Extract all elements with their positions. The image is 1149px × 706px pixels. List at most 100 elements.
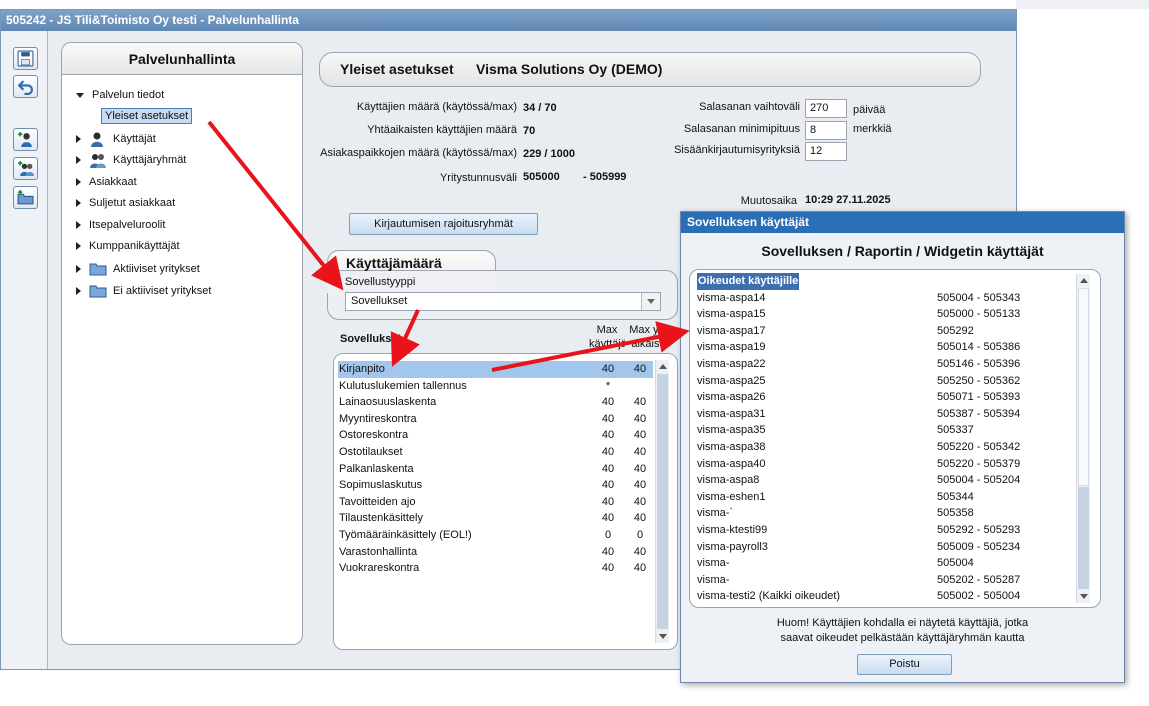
pw-min-input[interactable]: 8 [805,121,847,140]
list-item[interactable]: visma-ktesti99 505292 - 505293 [697,522,1077,539]
list-item[interactable]: visma-payroll3 505009 - 505234 [697,539,1077,556]
list-item[interactable]: visma- 505004 [697,555,1077,572]
login-attempts-input[interactable]: 12 [805,142,847,161]
restriction-groups-button[interactable]: Kirjautumisen rajoitusryhmät [349,213,538,235]
user-name: visma-ktesti99 [697,524,768,536]
tree-item-kayttajat[interactable]: Käyttäjät [76,131,156,147]
list-item[interactable]: visma-aspa26 505071 - 505393 [697,389,1077,406]
table-row[interactable]: Ostoreskontra 40 40 [338,427,653,444]
pw-change-input[interactable]: 270 [805,99,847,118]
user-name: visma-testi2 (Kaikki oikeudet) [697,590,841,603]
scroll-down-icon[interactable] [659,634,667,639]
tree-item-ei-aktiiviset-yritykset[interactable]: Ei aktiiviset yritykset [76,283,211,299]
tree-item-suljetut-asiakkaat[interactable]: Suljetut asiakkaat [76,197,175,209]
scroll-down-icon[interactable] [1080,594,1088,599]
tree-item-kayttajaryhmat[interactable]: Käyttäjäryhmät [76,152,186,168]
list-item[interactable]: visma-aspa17 505292 [697,323,1077,340]
tree-item-palvelun-tiedot[interactable]: Palvelun tiedot [76,89,164,101]
list-item[interactable]: visma-aspa8 505004 - 505204 [697,472,1077,489]
folder-icon [89,283,107,299]
collapse-icon[interactable] [76,92,84,98]
apps-scrollbar[interactable] [655,360,669,643]
scroll-track-fill [1078,487,1089,589]
expand-icon[interactable] [76,287,81,295]
list-item[interactable]: visma-aspa22 505146 - 505396 [697,356,1077,373]
user-group-icon [89,152,107,168]
expand-icon[interactable] [76,178,81,186]
range-end: - 505999 [583,171,627,183]
list-item[interactable]: visma-aspa40 505220 - 505379 [697,456,1077,473]
app-max-users: 40 [601,412,615,425]
tree-item-aktiiviset-yritykset[interactable]: Aktiiviset yritykset [76,261,200,277]
apps-header-max-concurrent: Max yht. aikaiset [629,324,671,350]
expand-icon[interactable] [76,135,81,143]
app-name: Varastonhallinta [339,545,418,558]
app-max-concurrent: 40 [633,512,647,525]
add-company-button[interactable] [13,186,38,209]
expand-icon[interactable] [76,242,81,250]
table-row[interactable]: Vuokrareskontra 40 40 [338,560,653,577]
apps-list[interactable]: Kirjanpito 40 40 Kulutuslukemien tallennus *… [333,353,678,650]
company-range: 505146 - 505396 [937,358,1021,370]
tree-item-itsepalveluroolit[interactable]: Itsepalveluroolit [76,219,165,231]
scroll-thumb[interactable] [1078,288,1089,486]
list-item[interactable]: visma-aspa31 505387 - 505394 [697,406,1077,423]
scroll-up-icon[interactable] [659,364,667,369]
app-name: Vuokrareskontra [339,562,420,575]
undo-arrow-icon [17,80,33,95]
expand-icon[interactable] [76,265,81,273]
company-range: 505014 - 505386 [937,341,1021,354]
tree-item-yleiset-asetukset[interactable]: Yleiset asetukset [101,108,193,124]
table-row[interactable]: Kirjanpito 40 40 [338,361,653,378]
add-group-button[interactable] [13,157,38,180]
list-item[interactable]: visma-eshen1 505344 [697,489,1077,506]
expand-icon[interactable] [76,156,81,164]
back-button[interactable] [13,75,38,98]
tree-item-asiakkaat[interactable]: Asiakkaat [76,176,137,188]
chevron-down-icon[interactable] [641,293,660,310]
users-list[interactable]: Oikeudet käyttäjille visma-aspa14 505004 … [689,269,1101,608]
scroll-thumb[interactable] [657,374,668,629]
app-max-concurrent: 40 [633,429,647,442]
list-item[interactable]: visma-` 505358 [697,505,1077,522]
users-label: Käyttäjien määrä (käytössä/max) [356,101,517,113]
list-item[interactable]: visma-aspa19 505014 - 505386 [697,339,1077,356]
table-row[interactable]: Kulutuslukemien tallennus * [338,378,653,395]
list-item[interactable]: visma-testi2 (Kaikki oikeudet) 505002 - 5… [697,588,1077,605]
scroll-up-icon[interactable] [1080,278,1088,283]
user-name: visma- [697,573,730,586]
table-row[interactable]: Palkanlaskenta 40 40 [338,461,653,478]
clients-value: 229 / 1000 [523,148,575,160]
table-row[interactable]: Työmääräinkäsittely (EOL!) 0 0 [338,527,653,544]
expand-icon[interactable] [76,199,81,207]
list-item[interactable]: visma- 505202 - 505287 [697,572,1077,589]
close-dialog-button[interactable]: Poistu [857,654,952,675]
user-name: visma-payroll3 [697,540,768,553]
user-icon [89,131,107,147]
app-max-users: 40 [601,429,615,442]
list-item[interactable]: visma-aspa15 505000 - 505133 [697,306,1077,323]
table-row[interactable]: Lainaosuuslaskenta 40 40 [338,394,653,411]
table-row[interactable]: Sopimuslaskutus 40 40 [338,477,653,494]
table-row[interactable]: Tilaustenkäsittely 40 40 [338,510,653,527]
dialog-note: Huom! Käyttäjien kohdalla ei näytetä käy… [681,616,1124,646]
list-item[interactable]: visma-aspa14 505004 - 505343 [697,290,1077,307]
users-scrollbar[interactable] [1076,274,1090,603]
table-row[interactable]: Myyntireskontra 40 40 [338,411,653,428]
company-range: 505202 - 505287 [937,573,1021,586]
company-range: 505292 [937,324,974,337]
company-range: 505000 - 505133 [937,308,1021,321]
table-row[interactable]: Ostotilaukset 40 40 [338,444,653,461]
list-item[interactable]: visma-aspa35 505337 [697,422,1077,439]
list-item[interactable]: visma-aspa25 505250 - 505362 [697,373,1077,390]
save-button[interactable] [13,47,38,70]
tree-item-kumppanikayttajat[interactable]: Kumppanikäyttäjät [76,240,180,252]
company-name: Visma Solutions Oy (DEMO) [476,61,663,77]
add-user-button[interactable] [13,128,38,151]
list-item[interactable]: visma-aspa38 505220 - 505342 [697,439,1077,456]
app-type-select[interactable]: Sovellukset [345,292,661,311]
table-row[interactable]: Tavoitteiden ajo 40 40 [338,494,653,511]
table-row[interactable]: Varastonhallinta 40 40 [338,544,653,561]
expand-icon[interactable] [76,221,81,229]
dialog-title: Sovelluksen käyttäjät [681,212,1124,233]
